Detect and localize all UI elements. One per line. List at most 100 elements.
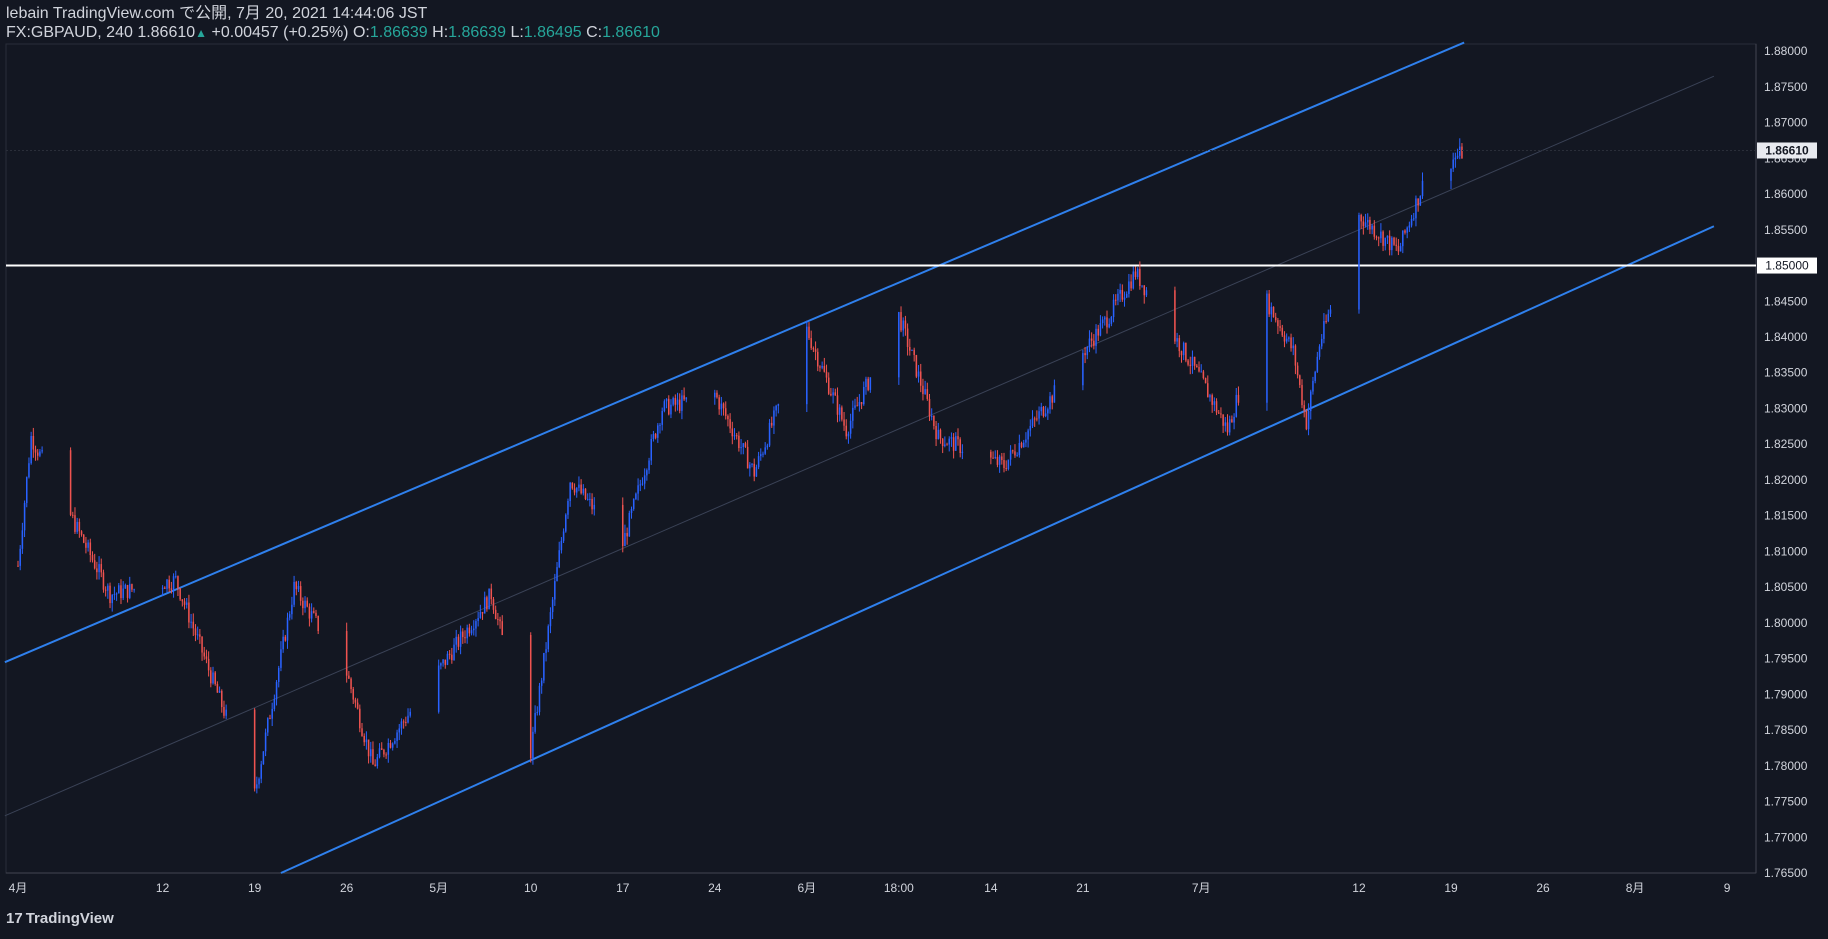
candle-body xyxy=(286,617,289,641)
candle-body xyxy=(536,712,539,714)
candle-body xyxy=(359,708,361,729)
candle-body xyxy=(269,718,271,720)
candle-body xyxy=(928,398,931,417)
candle-body xyxy=(727,415,729,420)
candle-body xyxy=(1110,316,1113,324)
candle-body xyxy=(1382,231,1384,246)
y-tick-label: 1.80500 xyxy=(1764,580,1808,594)
candle-body xyxy=(1415,198,1417,219)
y-tick-label: 1.76500 xyxy=(1764,866,1808,880)
x-tick-label: 17 xyxy=(616,881,630,895)
candle-body xyxy=(201,636,203,653)
candle-body xyxy=(490,588,493,600)
candle-body xyxy=(911,349,913,351)
candle-body xyxy=(109,585,111,604)
candle-body xyxy=(1270,306,1273,315)
x-tick-label: 6月 xyxy=(797,881,816,895)
y-tick-label: 1.79500 xyxy=(1764,652,1808,666)
candle-body xyxy=(486,597,488,610)
candle-body xyxy=(1213,401,1216,405)
candle-body xyxy=(1189,364,1192,366)
candle-body xyxy=(558,550,560,568)
candle-body xyxy=(1119,289,1121,294)
candle-body xyxy=(310,611,313,619)
candle-body xyxy=(944,444,946,447)
candle-body xyxy=(777,404,780,406)
candle-body xyxy=(1268,293,1270,315)
candle-body xyxy=(543,652,545,681)
candle-body xyxy=(262,751,265,765)
candle-body xyxy=(19,548,21,566)
candle-body xyxy=(111,594,113,604)
candle-body xyxy=(941,438,944,447)
candle-body xyxy=(1047,409,1049,414)
candle-body xyxy=(313,611,315,613)
candle-body xyxy=(350,678,352,690)
candle-body xyxy=(567,500,569,515)
candle-body xyxy=(1450,168,1452,181)
candle-body xyxy=(1088,338,1091,347)
y-tick-label: 1.78500 xyxy=(1764,723,1808,737)
candle-body xyxy=(98,564,100,573)
x-tick-label: 7月 xyxy=(1192,881,1211,895)
candle-body xyxy=(1362,221,1365,227)
candle-body xyxy=(930,415,933,417)
candle-body xyxy=(665,398,668,402)
candle-body xyxy=(284,636,287,641)
candle-body xyxy=(847,433,850,437)
candle-body xyxy=(1312,380,1314,392)
price-chart[interactable]: 1.880001.875001.870001.865001.860001.855… xyxy=(0,0,1828,939)
candle-body xyxy=(216,684,219,693)
candle-body xyxy=(578,484,580,488)
candle-body xyxy=(267,718,269,733)
candle-body xyxy=(1095,328,1097,346)
candle-body xyxy=(571,482,574,489)
candle-body xyxy=(444,659,447,665)
candle-body xyxy=(814,349,817,352)
x-tick-label: 26 xyxy=(1536,881,1550,895)
candle-body xyxy=(1097,328,1099,336)
candle-body xyxy=(560,540,563,551)
candle-body xyxy=(657,425,659,438)
candle-body xyxy=(1404,230,1406,233)
candle-body xyxy=(1191,356,1194,366)
tradingview-logo[interactable]: 17 TradingView xyxy=(6,910,114,927)
candle-body xyxy=(1130,281,1132,289)
candle-body xyxy=(179,588,181,600)
candle-body xyxy=(1406,227,1408,233)
candle-body xyxy=(865,378,867,387)
candle-body xyxy=(1215,401,1218,413)
candle-body xyxy=(1366,219,1369,223)
candle-body xyxy=(582,488,585,494)
candle-body xyxy=(1016,455,1018,457)
candle-body xyxy=(96,568,98,573)
candle-body xyxy=(591,498,593,510)
candle-body xyxy=(858,402,861,406)
candle-body xyxy=(909,346,911,351)
candle-body xyxy=(760,454,762,457)
candle-body xyxy=(1193,356,1196,366)
candle-body xyxy=(407,715,409,723)
candle-body xyxy=(1086,346,1089,356)
candle-body xyxy=(306,600,308,607)
candle-body xyxy=(1421,180,1424,197)
candle-body xyxy=(394,740,396,744)
candle-body xyxy=(755,467,758,477)
candle-body xyxy=(1134,271,1137,277)
candle-body xyxy=(1417,198,1419,206)
candle-body xyxy=(1452,159,1454,169)
candle-body xyxy=(481,612,484,614)
candle-body xyxy=(299,586,302,601)
candle-body xyxy=(23,502,26,531)
candle-body xyxy=(685,397,688,400)
candle-body xyxy=(904,320,907,329)
candle-body xyxy=(825,371,828,378)
candle-body xyxy=(174,576,177,578)
candle-body xyxy=(946,444,948,446)
candle-body xyxy=(1090,338,1093,341)
candle-body xyxy=(115,593,118,595)
candle-body xyxy=(768,422,771,446)
candle-body xyxy=(852,407,854,421)
candle-body xyxy=(554,581,556,600)
candle-body xyxy=(376,757,379,767)
